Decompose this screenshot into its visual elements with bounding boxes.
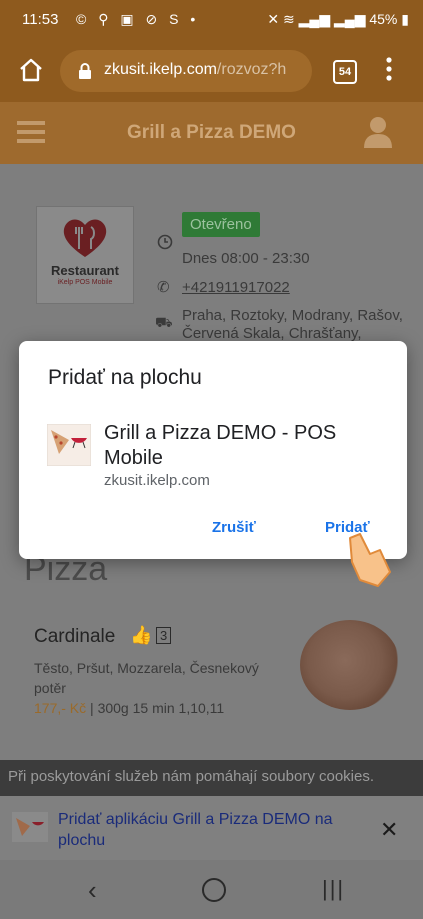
delivery-area-line: Praha, Roztoky, Modrany, Rašov, (182, 307, 403, 324)
network-icon: ✕ ≋ ▂▄▆ ▂▄▆ (267, 11, 370, 27)
url-text: zkusit.ikelp.com/rozvoz?h (104, 61, 287, 78)
browser-toolbar: zkusit.ikelp.com/rozvoz?h 54 (0, 40, 423, 102)
menu-item-weight: 300g (97, 700, 129, 716)
clock: 11:53 (22, 11, 59, 28)
clock-icon (157, 234, 173, 250)
notification-icons: © ⚲ ▣ ⊘ S • (76, 11, 200, 27)
opening-hours: Dnes 08:00 - 23:30 (182, 250, 310, 267)
like-count: 3 (156, 627, 172, 644)
recent-apps-icon[interactable]: ||| (322, 876, 345, 902)
install-banner-text[interactable]: Pridať aplikáciu Grill a Pizza DEMO na p… (58, 809, 358, 851)
thumbs-up-icon[interactable]: 👍 (130, 625, 152, 646)
dialog-app-url: zkusit.ikelp.com (104, 472, 210, 489)
status-right: ✕ ≋ ▂▄▆ ▂▄▆ 45% ▮ (267, 11, 409, 28)
app-title: Grill a Pizza DEMO (127, 122, 296, 143)
phone-icon: ✆ (157, 279, 170, 296)
menu-item-meta: 177,- Kč | 300g 15 min 1,10,11 (34, 700, 224, 716)
heart-logo-icon (63, 219, 107, 257)
pizza-image[interactable] (300, 620, 400, 710)
user-icon[interactable] (363, 115, 393, 149)
back-icon[interactable]: ‹ (88, 875, 97, 906)
cancel-button[interactable]: Zrušiť (212, 519, 256, 536)
app-header: Grill a Pizza DEMO (0, 102, 423, 164)
cookie-notice: Při poskytování služeb nám pomáhají soub… (0, 760, 423, 796)
delivery-truck-icon: ⛟ (155, 314, 173, 330)
close-icon[interactable]: ✕ (380, 817, 398, 843)
logo-text: Restaurant (51, 263, 119, 278)
menu-item-name[interactable]: Cardinale (34, 626, 115, 648)
menu-item-allergens: 1,10,11 (178, 700, 225, 716)
cookie-text: Při poskytování služeb nám pomáhají soub… (8, 768, 375, 785)
more-menu-icon[interactable] (384, 56, 394, 82)
battery-icon: ▮ (401, 11, 409, 27)
separator: | (90, 700, 98, 716)
delivery-area: Praha, Roztoky, Modrany, Rašov, Červená … (182, 307, 407, 343)
tab-switcher-button[interactable]: 54 (333, 60, 357, 84)
install-banner[interactable]: Pridať aplikáciu Grill a Pizza DEMO na p… (0, 796, 423, 860)
url-bar[interactable]: zkusit.ikelp.com/rozvoz?h (60, 50, 312, 92)
status-bar: 11:53 © ⚲ ▣ ⊘ S • ✕ ≋ ▂▄▆ ▂▄▆ 45% ▮ (0, 0, 423, 40)
dialog-app-name[interactable]: Grill a Pizza DEMO - POS Mobile (104, 421, 389, 471)
logo-subtext: iKelp POS Mobile (57, 279, 113, 286)
add-to-home-dialog: Pridať na plochu Grill a Pizza DEMO - PO… (19, 341, 407, 559)
lock-icon (79, 63, 91, 79)
menu-item-description: Těsto, Pršut, Mozzarela, Česnekový potěr (34, 660, 259, 696)
pointer-hand-icon (349, 533, 391, 587)
home-icon[interactable] (18, 57, 44, 83)
menu-item-time: 15 min (132, 700, 175, 716)
dialog-title: Pridať na plochu (48, 366, 202, 389)
app-icon (12, 812, 48, 842)
app-icon (47, 424, 91, 466)
home-circle-icon[interactable] (202, 878, 226, 902)
menu-item-price: 177,- Kč (34, 700, 87, 716)
battery-text: 45% (369, 11, 398, 27)
restaurant-logo: Restaurant iKelp POS Mobile (36, 206, 134, 304)
open-status-badge: Otevřeno (182, 212, 260, 237)
system-nav-bar: ‹ ||| (0, 860, 423, 919)
phone-link[interactable]: +421911917022 (182, 279, 290, 296)
